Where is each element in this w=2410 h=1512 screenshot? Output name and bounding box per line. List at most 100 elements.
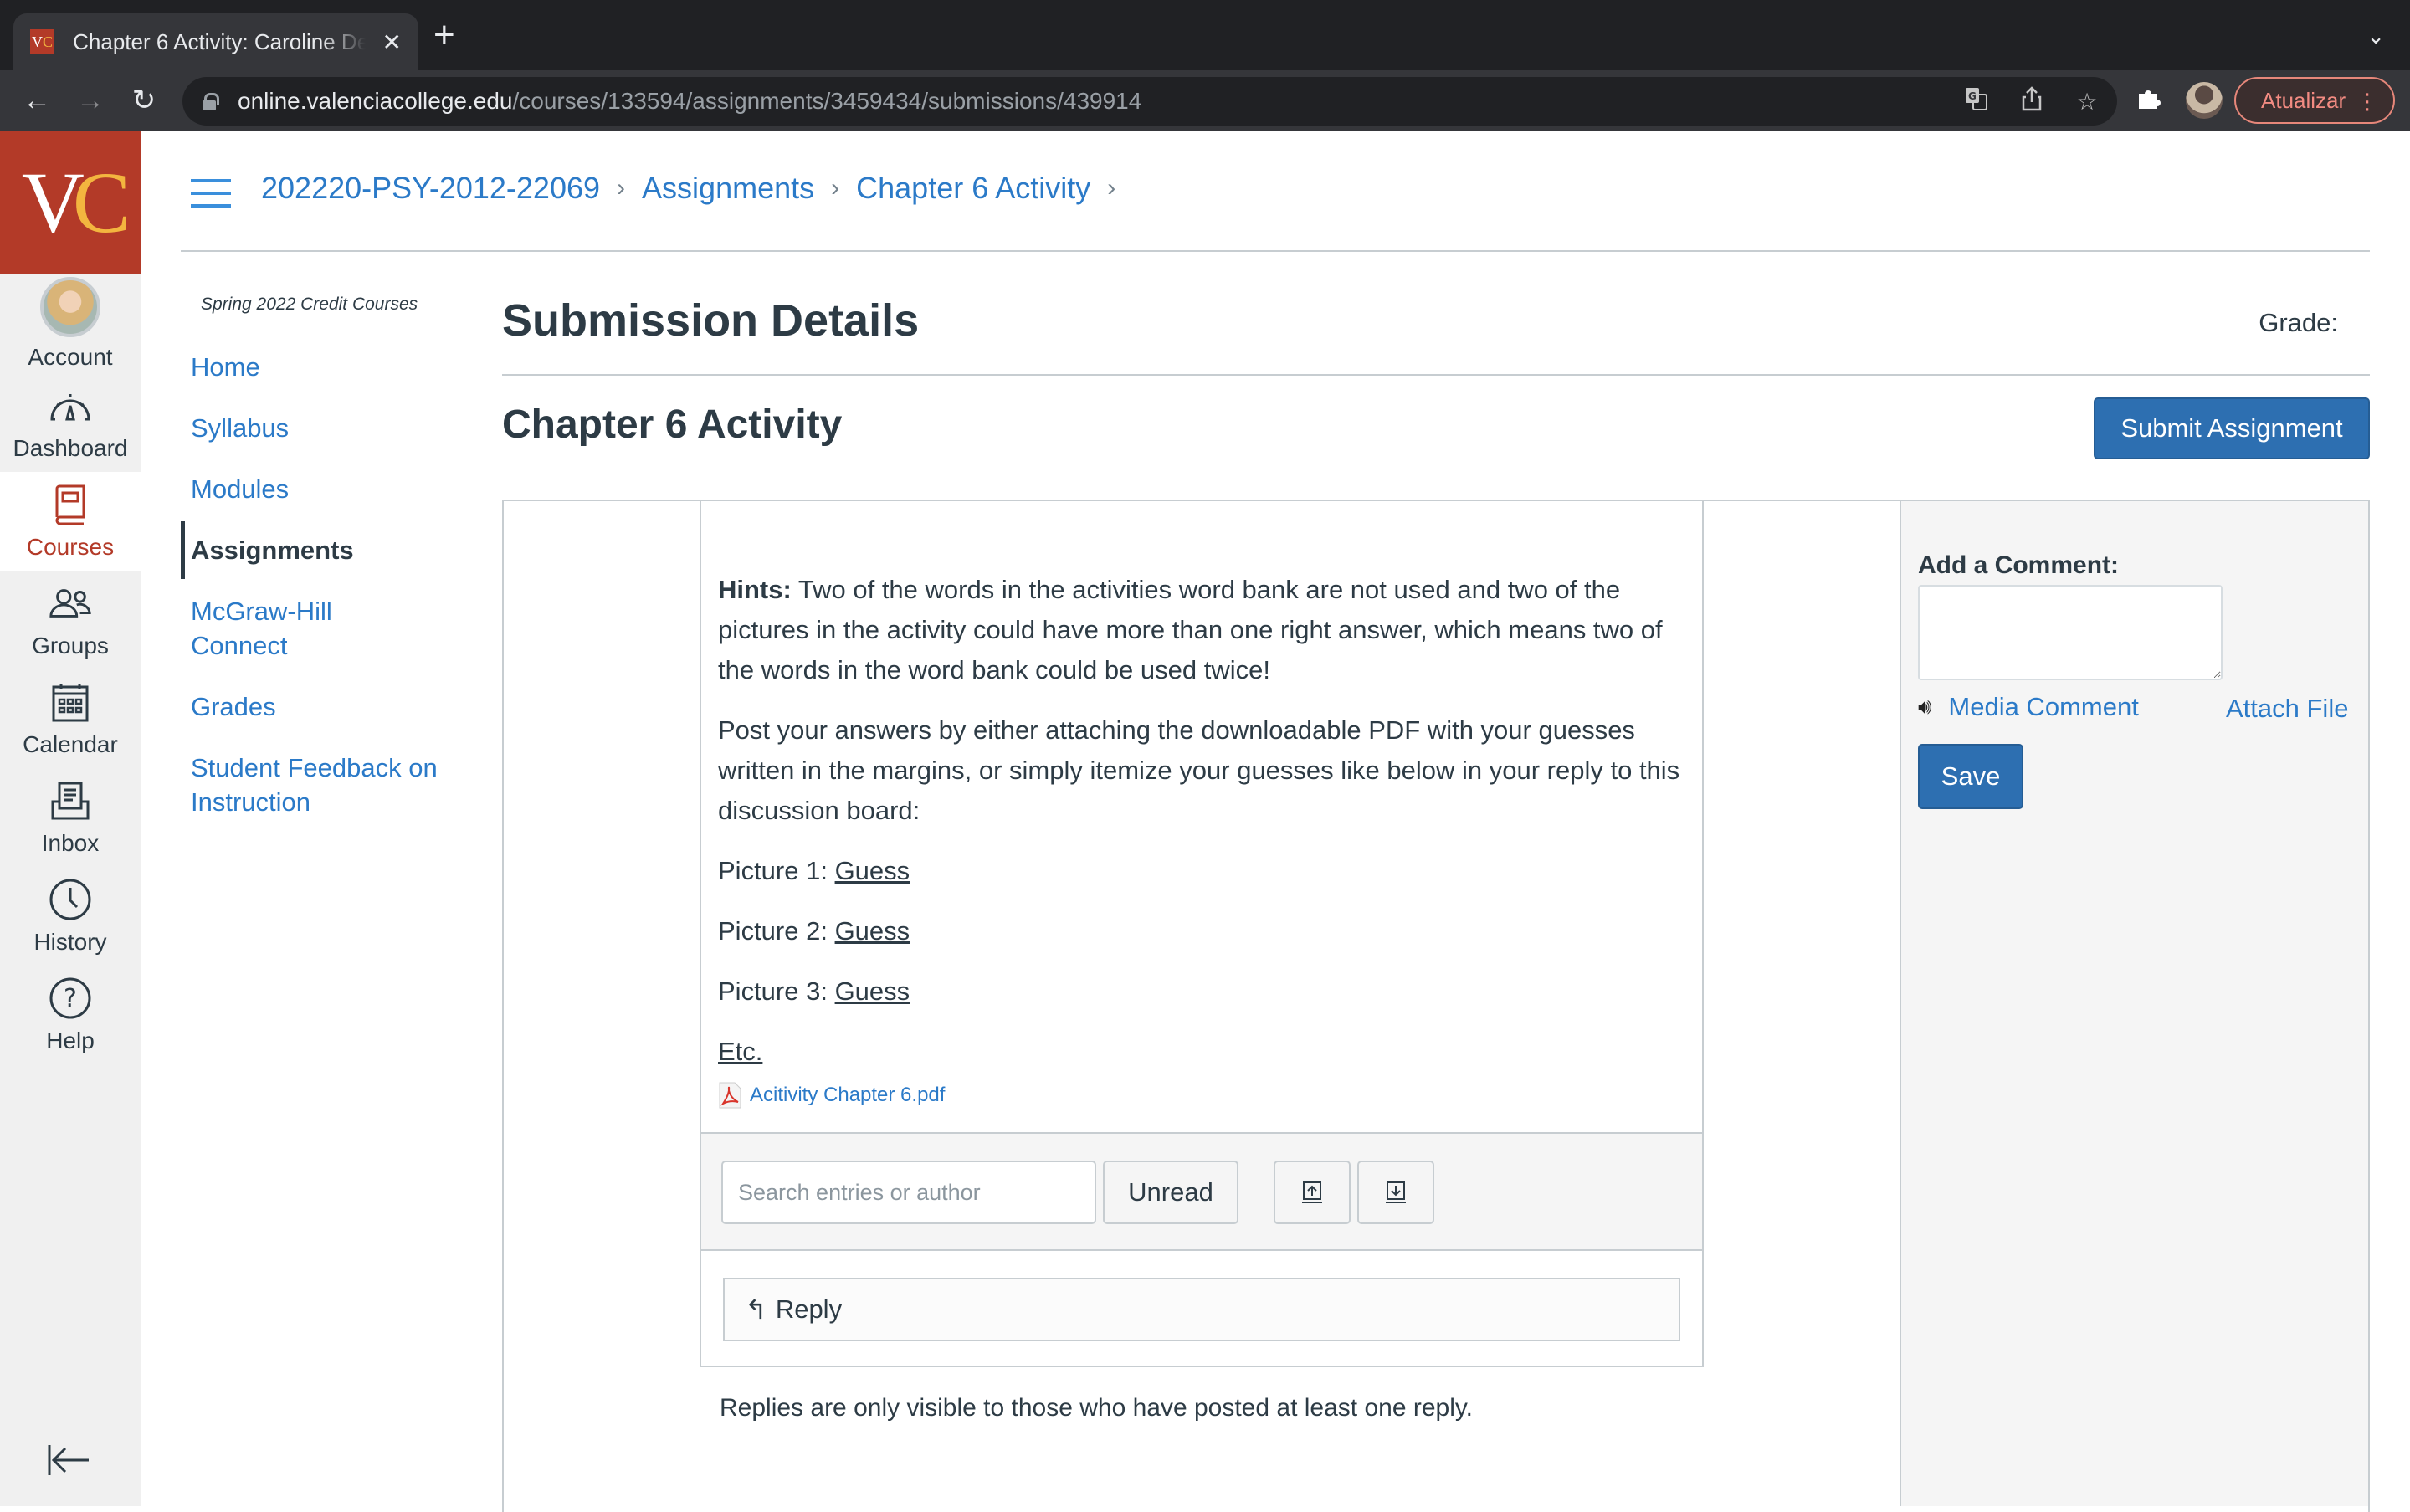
global-nav-dashboard[interactable]: Dashboard <box>0 373 141 472</box>
chevron-right-icon: › <box>1107 174 1116 202</box>
global-navigation: VC Account Dashboard Courses Groups Cale… <box>0 131 141 1506</box>
expand-replies-button[interactable] <box>1357 1161 1434 1224</box>
hamburger-menu-icon[interactable] <box>191 179 231 208</box>
svg-text:G: G <box>1968 90 1977 102</box>
close-tab-icon[interactable]: ✕ <box>382 28 402 56</box>
browser-tab-strip: VC Chapter 6 Activity: Caroline De ✕ + ⌄ <box>0 0 2410 70</box>
global-nav-account[interactable]: Account <box>0 274 141 373</box>
assignment-title: Chapter 6 Activity <box>502 402 843 447</box>
translate-icon[interactable]: G <box>1963 86 1990 117</box>
tab-search-icon[interactable]: ⌄ <box>2366 23 2385 49</box>
grade-label: Grade: <box>2259 308 2338 337</box>
global-nav-label: History <box>33 929 107 955</box>
search-entries-input[interactable] <box>721 1161 1096 1224</box>
lock-icon <box>203 93 219 110</box>
collapse-up-icon <box>1302 1181 1322 1203</box>
comment-sidebar: Add a Comment: 🔊︎ Media Comment Attach F… <box>1900 501 2368 1506</box>
chevron-right-icon: › <box>617 174 626 202</box>
forward-button[interactable]: → <box>72 82 109 119</box>
etc-text: Etc. <box>718 1037 763 1066</box>
global-nav-history[interactable]: History <box>0 867 141 966</box>
profile-avatar[interactable] <box>2186 82 2223 119</box>
collapse-replies-button[interactable] <box>1274 1161 1351 1224</box>
address-bar[interactable]: online.valenciacollege.edu/courses/13359… <box>182 77 2117 126</box>
course-nav-grades[interactable]: Grades <box>181 689 482 724</box>
attach-file-link[interactable]: Attach File <box>2226 694 2348 724</box>
url-host: online.valenciacollege.edu <box>238 88 513 114</box>
media-comment-link[interactable]: 🔊︎ Media Comment <box>1918 692 2139 722</box>
page-title: Submission Details <box>502 295 920 346</box>
discussion-toolbar: Unread <box>701 1132 1702 1251</box>
pdf-attachment-link[interactable]: Acitivity Chapter 6.pdf <box>718 1075 1680 1115</box>
breadcrumb-assignments[interactable]: Assignments <box>642 171 814 206</box>
help-icon: ? <box>48 976 93 1021</box>
dashboard-icon <box>48 383 93 428</box>
browser-tab[interactable]: VC Chapter 6 Activity: Caroline De ✕ <box>13 13 418 70</box>
reply-label: Reply <box>775 1294 843 1324</box>
picture-guess-line: Picture 3: Guess <box>718 971 1680 1012</box>
global-nav-inbox[interactable]: Inbox <box>0 768 141 867</box>
picture-guess-line: Picture 2: Guess <box>718 911 1680 951</box>
hints-paragraph: Hints: Two of the words in the activitie… <box>718 570 1680 690</box>
global-nav-label: Courses <box>26 534 115 560</box>
bookmark-star-icon[interactable]: ☆ <box>2074 88 2100 115</box>
speaker-icon: 🔊︎ <box>1918 694 1932 719</box>
replies-visibility-note: Replies are only visible to those who ha… <box>720 1394 1473 1422</box>
breadcrumb: 202220-PSY-2012-22069 › Assignments › Ch… <box>261 171 1132 206</box>
course-nav-modules[interactable]: Modules <box>181 472 482 506</box>
chevron-right-icon: › <box>831 174 840 202</box>
courses-icon <box>48 482 93 527</box>
course-nav-mcgraw-hill-connect[interactable]: McGraw-Hill Connect <box>181 594 348 663</box>
pdf-file-icon <box>718 1082 741 1109</box>
favicon-icon: VC <box>30 29 55 54</box>
back-button[interactable]: ← <box>18 82 55 119</box>
submit-assignment-button[interactable]: Submit Assignment <box>2094 397 2370 459</box>
extensions-puzzle-icon[interactable] <box>2136 85 2162 119</box>
global-nav-label: Dashboard <box>13 435 128 461</box>
reload-button[interactable]: ↻ <box>126 82 162 119</box>
course-navigation: Home Syllabus Modules Assignments McGraw… <box>181 350 482 846</box>
global-nav-label: Account <box>28 344 113 370</box>
media-comment-label: Media Comment <box>1948 692 2139 721</box>
save-comment-button[interactable]: Save <box>1918 744 2023 809</box>
new-tab-button[interactable]: + <box>433 17 455 54</box>
breadcrumb-course[interactable]: 202220-PSY-2012-22069 <box>261 171 600 206</box>
pdf-attachment-name: Acitivity Chapter 6.pdf <box>750 1084 946 1106</box>
url-path: /courses/133594/assignments/3459434/subm… <box>512 88 1142 114</box>
update-button[interactable]: Atualizar ⋮ <box>2234 77 2395 124</box>
comment-textarea[interactable] <box>1918 585 2223 680</box>
discussion-frame: Hints: Two of the words in the activitie… <box>700 500 1704 1367</box>
breadcrumb-assignment[interactable]: Chapter 6 Activity <box>856 171 1090 206</box>
picture-label: Picture 3: <box>718 976 835 1006</box>
unread-filter-button[interactable]: Unread <box>1103 1161 1238 1224</box>
history-icon <box>48 877 93 922</box>
update-label: Atualizar <box>2261 87 2346 113</box>
kebab-menu-icon[interactable]: ⋮ <box>2356 87 2378 115</box>
course-nav-assignments[interactable]: Assignments <box>181 521 482 579</box>
collapse-nav-icon[interactable] <box>47 1443 90 1481</box>
browser-toolbar: ← → ↻ online.valenciacollege.edu/courses… <box>0 70 2410 131</box>
global-nav-groups[interactable]: Groups <box>0 571 141 669</box>
hints-label: Hints: <box>718 575 792 604</box>
guess-text: Guess <box>834 976 910 1006</box>
expand-down-icon <box>1386 1181 1406 1203</box>
course-nav-home[interactable]: Home <box>181 350 482 384</box>
account-avatar <box>40 277 100 337</box>
share-icon[interactable] <box>2018 85 2045 117</box>
vc-logo[interactable]: VC <box>0 131 141 274</box>
groups-icon <box>48 581 93 626</box>
reply-button[interactable]: ↰ Reply <box>723 1278 1680 1341</box>
global-nav-courses[interactable]: Courses <box>0 472 141 571</box>
global-nav-label: Inbox <box>41 830 100 856</box>
course-nav-student-feedback[interactable]: Student Feedback on Instruction <box>181 751 465 819</box>
hints-text: Two of the words in the activities word … <box>718 575 1663 684</box>
global-nav-calendar[interactable]: Calendar <box>0 669 141 768</box>
reply-arrow-icon: ↰ <box>745 1294 767 1325</box>
global-nav-label: Help <box>46 1028 95 1053</box>
course-term: Spring 2022 Credit Courses <box>201 295 418 314</box>
global-nav-label: Groups <box>32 633 109 659</box>
global-nav-help[interactable]: ? Help <box>0 966 141 1064</box>
course-nav-syllabus[interactable]: Syllabus <box>181 411 482 445</box>
header-divider <box>181 250 2370 252</box>
picture-label: Picture 1: <box>718 856 835 885</box>
